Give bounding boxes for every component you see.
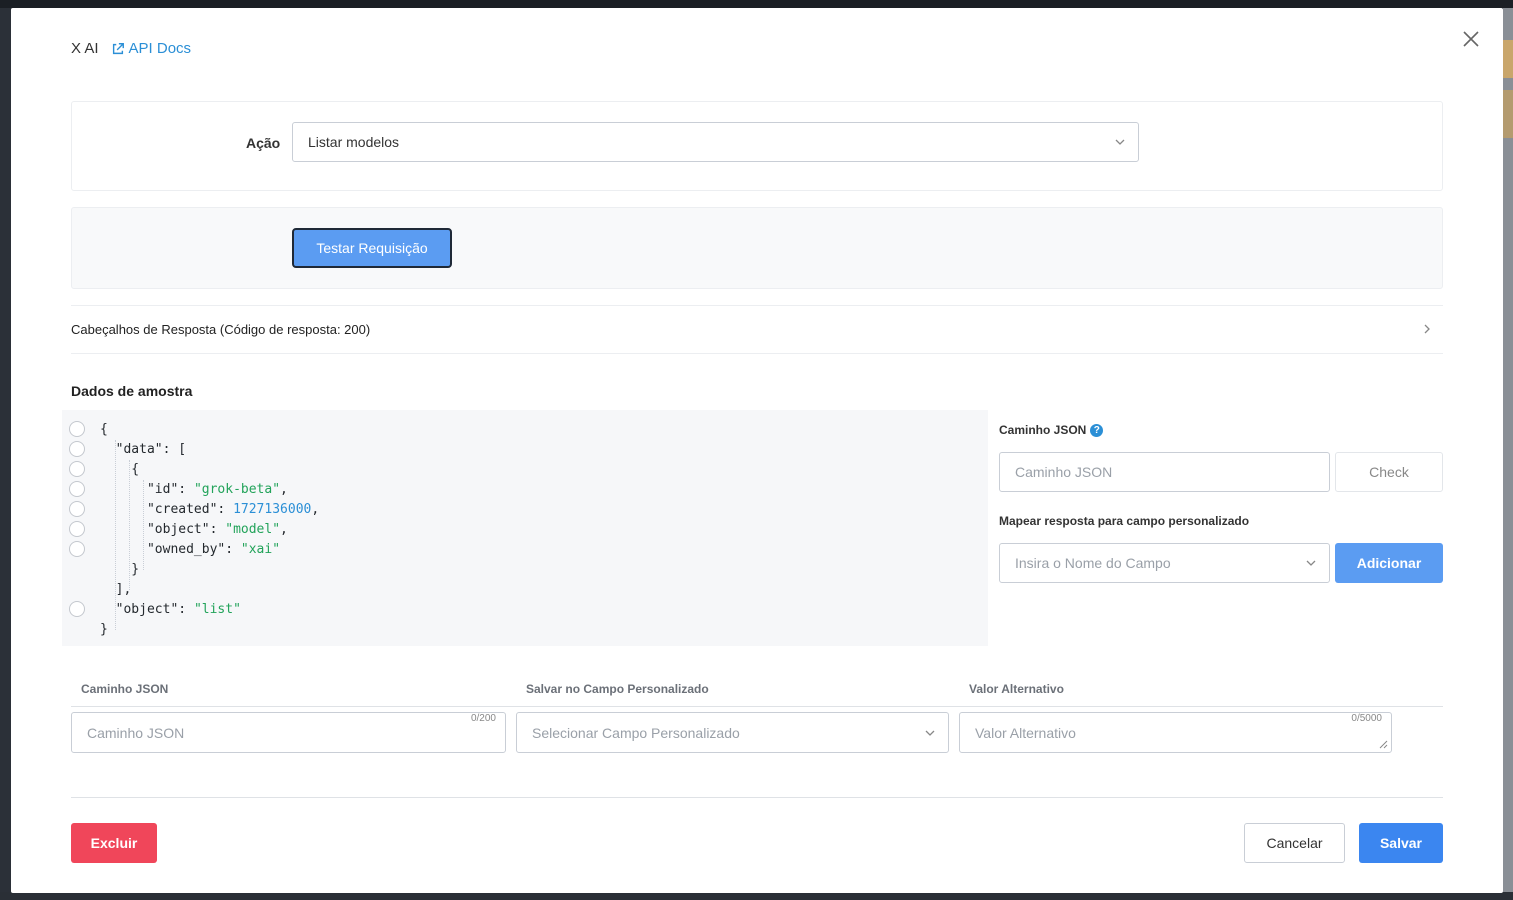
mapping-json-path-input[interactable]: Caminho JSON 0/200 xyxy=(71,712,506,753)
action-modal: X AI API Docs Ação Listar modelos Testar… xyxy=(11,8,1503,893)
json-select-radio[interactable] xyxy=(69,441,85,457)
mapping-custom-field-select[interactable]: Selecionar Campo Personalizado xyxy=(516,712,949,753)
chevron-down-icon xyxy=(925,730,935,736)
save-button[interactable]: Salvar xyxy=(1359,823,1443,863)
mapping-fallback-counter: 0/5000 xyxy=(1351,713,1382,724)
json-select-radio[interactable] xyxy=(69,601,85,617)
json-select-radio[interactable] xyxy=(69,421,85,437)
action-card: Ação Listar modelos xyxy=(71,101,1443,191)
sample-data-title: Dados de amostra xyxy=(71,383,193,399)
background-right-edge xyxy=(1503,8,1513,900)
custom-field-name-select[interactable]: Insira o Nome do Campo xyxy=(999,543,1330,583)
json-select-radio[interactable] xyxy=(69,501,85,517)
test-request-button[interactable]: Testar Requisição xyxy=(292,228,452,268)
footer-divider xyxy=(71,797,1443,798)
background-topbar xyxy=(0,0,1513,8)
close-icon xyxy=(1463,31,1479,47)
background-strip xyxy=(1503,90,1513,138)
mapping-header-custom-field: Salvar no Campo Personalizado xyxy=(526,682,709,696)
resize-icon[interactable] xyxy=(1376,737,1388,749)
mapping-custom-field-placeholder: Selecionar Campo Personalizado xyxy=(532,724,740,741)
json-path-input[interactable]: Caminho JSON xyxy=(999,452,1330,492)
action-select[interactable]: Listar modelos xyxy=(292,122,1139,162)
check-button[interactable]: Check xyxy=(1335,452,1443,492)
close-button[interactable] xyxy=(1461,29,1481,49)
json-path-placeholder: Caminho JSON xyxy=(1015,464,1113,480)
mapping-json-path-counter: 0/200 xyxy=(470,713,496,724)
sample-json-viewer: { "data": [ { "id": "grok-beta", "create… xyxy=(62,410,988,646)
add-button[interactable]: Adicionar xyxy=(1335,543,1443,583)
mapping-table-header: Caminho JSON Salvar no Campo Personaliza… xyxy=(71,678,1443,707)
action-label: Ação xyxy=(246,135,281,151)
mapping-header-fallback: Valor Alternativo xyxy=(969,682,1064,696)
mapping-fallback-textarea[interactable]: Valor Alternativo 0/5000 xyxy=(959,712,1392,753)
modal-header: X AI API Docs xyxy=(71,40,191,57)
custom-field-name-placeholder: Insira o Nome do Campo xyxy=(1015,555,1171,571)
json-path-label: Caminho JSON xyxy=(999,423,1087,437)
cancel-button[interactable]: Cancelar xyxy=(1244,823,1345,863)
chevron-down-icon xyxy=(1306,560,1316,566)
background-strip xyxy=(1503,40,1513,78)
mapping-fallback-placeholder: Valor Alternativo xyxy=(975,724,1076,741)
delete-button[interactable]: Excluir xyxy=(71,823,157,863)
mapping-json-path-placeholder: Caminho JSON xyxy=(87,724,185,741)
help-icon[interactable]: ? xyxy=(1090,423,1104,437)
api-docs-link[interactable]: API Docs xyxy=(111,40,192,57)
json-select-radio[interactable] xyxy=(69,521,85,537)
json-select-radio[interactable] xyxy=(69,481,85,497)
chevron-right-icon xyxy=(1424,324,1430,334)
background-left-edge xyxy=(0,8,11,900)
chevron-down-icon xyxy=(1115,139,1125,145)
response-headers-toggle[interactable]: Cabeçalhos de Resposta (Código de respos… xyxy=(71,305,1443,354)
action-select-value: Listar modelos xyxy=(308,134,400,150)
map-field-label-text: Mapear resposta para campo personalizado xyxy=(999,514,1250,528)
api-docs-label: API Docs xyxy=(128,40,192,57)
response-headers-label: Cabeçalhos de Resposta (Código de respos… xyxy=(71,322,371,337)
external-link-icon xyxy=(112,42,124,54)
json-select-radio[interactable] xyxy=(69,461,85,477)
json-select-radio[interactable] xyxy=(69,541,85,557)
map-field-label: Mapear resposta para campo personalizado xyxy=(999,514,1249,528)
mapping-header-json-path: Caminho JSON xyxy=(81,682,169,696)
modal-title: X AI xyxy=(71,40,99,57)
json-path-label-row: Caminho JSON ? xyxy=(999,423,1104,437)
test-request-card: Testar Requisição xyxy=(71,207,1443,289)
background-bottom-edge xyxy=(0,892,1513,900)
